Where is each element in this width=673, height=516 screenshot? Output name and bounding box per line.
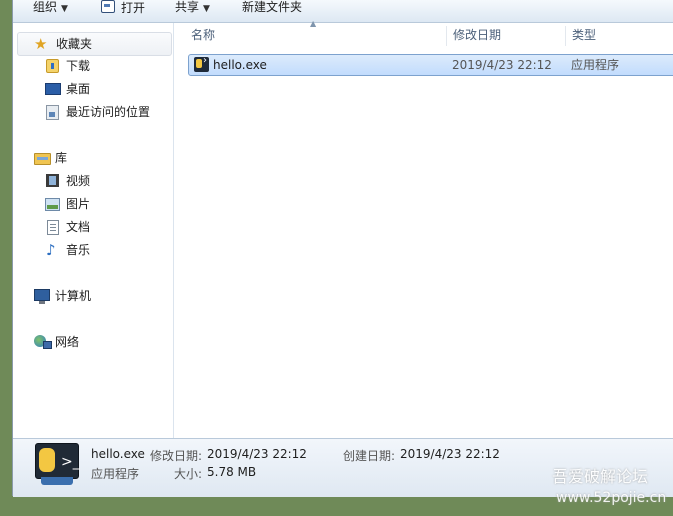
- explorer-window: 组织 ▼ 打开 共享 ▼ 新建文件夹 ★ 收藏夹 下载 桌面 最近访问的位置 库…: [12, 0, 673, 497]
- file-name: hello.exe: [213, 58, 267, 72]
- nav-favorites[interactable]: ★ 收藏夹: [17, 32, 172, 56]
- star-icon: ★: [34, 35, 48, 53]
- details-file-type: 应用程序: [91, 467, 140, 481]
- details-created-label: 创建日期:: [343, 449, 396, 463]
- recent-places-icon: [46, 105, 59, 120]
- command-bar: 组织 ▼ 打开 共享 ▼ 新建文件夹: [13, 0, 673, 23]
- table-row[interactable]: hello.exe 2019/4/23 22:12 应用程序: [188, 54, 673, 76]
- library-icon: [34, 153, 51, 165]
- video-library-icon: [46, 174, 59, 187]
- open-icon: [101, 0, 115, 13]
- desktop-icon: [45, 83, 61, 95]
- file-list: ▲ 名称 修改日期 类型 hello.exe 2019/4/23 22:12 应…: [174, 19, 673, 438]
- details-size-value: 5.78 MB: [207, 465, 257, 479]
- computer-icon: [34, 289, 50, 304]
- details-created-value: 2019/4/23 22:12: [400, 447, 500, 461]
- details-modified-value: 2019/4/23 22:12: [207, 447, 307, 461]
- file-modified: 2019/4/23 22:12: [452, 58, 552, 72]
- details-size-label: 大小:: [174, 467, 203, 481]
- python-exe-icon: [194, 55, 209, 72]
- column-header-modified[interactable]: 修改日期: [453, 23, 563, 48]
- network-globe-icon: [34, 335, 52, 349]
- music-note-icon: ♪: [46, 241, 56, 259]
- new-folder-button[interactable]: 新建文件夹: [242, 0, 302, 22]
- column-header-type[interactable]: 类型: [572, 23, 672, 48]
- organize-button[interactable]: 组织 ▼: [33, 0, 68, 22]
- open-button[interactable]: 打开: [101, 0, 145, 22]
- document-library-icon: [47, 220, 59, 235]
- column-divider[interactable]: [446, 26, 447, 46]
- details-file-name: hello.exe: [91, 447, 145, 461]
- column-divider[interactable]: [565, 26, 566, 46]
- column-header-name[interactable]: 名称: [191, 23, 446, 48]
- watermark-url: www.52pojie.cn: [556, 490, 667, 506]
- watermark-text: 吾爱破解论坛: [552, 467, 649, 486]
- share-button[interactable]: 共享 ▼: [175, 0, 210, 22]
- details-modified-label: 修改日期:: [150, 449, 203, 463]
- download-folder-icon: [46, 59, 59, 73]
- navigation-pane: ★ 收藏夹 下载 桌面 最近访问的位置 库 视频 图片 文档 ♪ 音乐 计算机 …: [13, 23, 174, 438]
- dropdown-arrow-icon: ▼: [203, 4, 210, 14]
- dropdown-arrow-icon: ▼: [61, 4, 68, 14]
- python-exe-large-icon: >_: [35, 443, 80, 487]
- picture-library-icon: [45, 198, 60, 211]
- file-type: 应用程序: [571, 58, 620, 72]
